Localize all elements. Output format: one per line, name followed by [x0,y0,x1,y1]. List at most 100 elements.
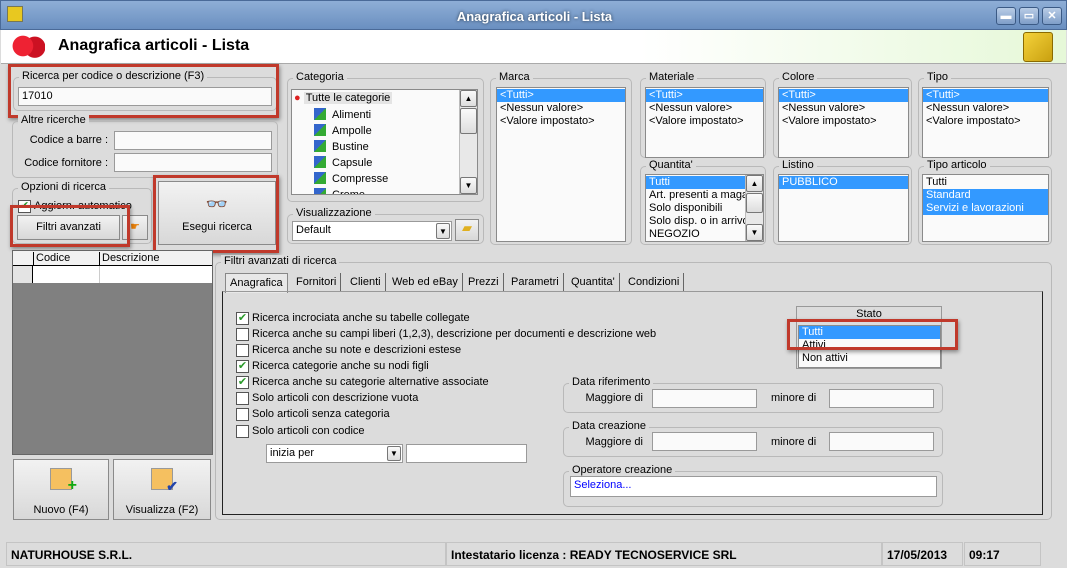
scroll-thumb[interactable] [460,108,477,134]
ref-date-greater-label: Maggiore di [585,392,643,404]
barcode-input[interactable] [114,131,272,150]
status-option[interactable]: Non attivi [799,352,940,365]
scroll-down-icon[interactable]: ▼ [746,224,763,241]
marca-list[interactable]: <Tutti> <Nessun valore> <Valore impostato> [496,87,626,242]
tree-item[interactable]: Bustine [314,140,369,153]
filter-checkbox[interactable] [236,344,249,357]
list-item[interactable]: Art. presenti a magazzino [646,189,763,202]
list-item[interactable]: <Valore impostato> [779,115,908,128]
list-item[interactable]: <Nessun valore> [497,102,625,115]
tab-web-ed-ebay[interactable]: Web ed eBay [388,273,463,292]
tree-item[interactable]: Capsule [314,156,372,169]
filter-checkbox[interactable] [236,392,249,405]
list-item[interactable]: <Tutti> [646,89,763,102]
tipo-list[interactable]: <Tutti> <Nessun valore> <Valore impostato> [922,87,1049,158]
category-label: Categoria [293,71,347,83]
column-codice[interactable]: Codice [33,252,99,266]
tree-item[interactable]: Compresse [314,172,388,185]
window-title: Anagrafica articoli - Lista [456,9,613,24]
list-item[interactable]: <Valore impostato> [497,115,625,128]
tab-prezzi[interactable]: Prezzi [464,273,504,292]
tipo_articolo-list[interactable]: Tutti Standard Servizi e lavorazioni [922,174,1049,242]
quantita-scrollbar[interactable]: ▲ ▼ [745,175,763,241]
status-time: 09:17 [964,542,1041,566]
maximize-button[interactable]: ▭ [1019,7,1039,25]
filter-checkbox[interactable] [236,425,249,438]
scroll-thumb[interactable] [746,193,763,213]
list-item[interactable]: <Tutti> [923,89,1048,102]
list-item[interactable]: Servizi e lavorazioni [923,202,1048,215]
advanced-filters-label: Filtri avanzati di ricerca [221,255,340,267]
list-item[interactable]: Standard [923,189,1048,202]
listino-label: Listino [779,159,817,171]
filter-checkbox[interactable] [236,328,249,341]
scroll-down-icon[interactable]: ▼ [460,177,477,194]
list-item[interactable]: <Tutti> [497,89,625,102]
list-item[interactable]: NEGOZIO [646,228,745,241]
column-descrizione[interactable]: Descrizione [99,252,212,266]
list-item[interactable]: Solo disp. o in arrivo [646,215,749,228]
operator-select[interactable]: Seleziona... [570,476,937,497]
tree-item[interactable]: Alimenti [314,108,371,121]
barcode-label: Codice a barre : [29,134,108,146]
folder-icon[interactable]: ▰ [455,219,479,241]
chevron-down-icon[interactable]: ▼ [436,223,450,239]
tree-item[interactable]: Creme [314,188,365,194]
ref-date-to-input[interactable] [829,389,934,408]
tab-parametri[interactable]: Parametri [507,273,564,292]
tab-anagrafica[interactable]: Anagrafica [225,273,288,293]
highlight-status [787,319,958,350]
new-button[interactable]: + Nuovo (F4) [13,459,109,520]
creation-date-label: Data creazione [569,420,649,432]
highlight-advanced-filters [10,205,130,247]
list-item[interactable]: <Valore impostato> [923,115,1048,128]
list-item[interactable]: <Valore impostato> [646,115,763,128]
colore-list[interactable]: <Tutti> <Nessun valore> <Valore impostato> [778,87,909,158]
list-item[interactable]: Tutti [646,176,745,189]
filter-checkbox[interactable]: ✔ [236,312,249,325]
chevron-down-icon[interactable]: ▼ [387,446,401,461]
list-item[interactable]: <Nessun valore> [923,102,1048,115]
tree-item-root[interactable]: ● Tutte le categorie [294,92,393,104]
tab-fornitori[interactable]: Fornitori [292,273,342,292]
close-button[interactable]: ✕ [1042,7,1062,25]
view-select[interactable]: Default ▼ [292,221,452,241]
tipo_articolo-label: Tipo articolo [924,159,990,171]
filter-checkbox-label: Ricerca anche su campi liberi (1,2,3), d… [252,328,657,340]
filter-checkbox[interactable] [236,408,249,421]
filter-checkbox[interactable]: ✔ [236,360,249,373]
creation-date-to-input[interactable] [829,432,934,451]
list-item[interactable]: <Nessun valore> [779,102,908,115]
list-item[interactable]: Tutti [923,176,1048,189]
minimize-button[interactable]: ▬ [996,7,1016,25]
quantita-list[interactable]: Tutti Art. presenti a magazzino Solo dispo… [645,174,764,242]
list-item[interactable]: Solo disponibili [646,202,745,215]
code-value-input[interactable] [406,444,527,463]
results-grid[interactable]: Codice Descrizione [12,250,213,455]
scroll-up-icon[interactable]: ▲ [460,90,477,107]
filter-checkbox[interactable]: ✔ [236,376,249,389]
table-row[interactable] [13,266,212,283]
filter-checkbox-label: Ricerca incrociata anche su tabelle coll… [252,312,470,324]
category-tree[interactable]: ● Tutte le categorie Alimenti Ampolle Busti… [291,89,478,195]
creation-date-from-input[interactable] [652,432,757,451]
filter-checkbox-label: Ricerca categorie anche su nodi figli [252,360,429,372]
ref-date-from-input[interactable] [652,389,757,408]
listino-list[interactable]: PUBBLICO [778,174,909,242]
view-button[interactable]: ✔ Visualizza (F2) [113,459,211,520]
materiale-list[interactable]: <Tutti> <Nessun valore> <Valore impostato> [645,87,764,158]
tree-item[interactable]: Ampolle [314,124,372,137]
list-item[interactable]: <Tutti> [779,89,908,102]
list-item[interactable]: PUBBLICO [779,176,908,189]
supplier-code-input[interactable] [114,153,272,172]
colore-label: Colore [779,71,818,83]
status-date: 17/05/2013 [882,542,963,566]
tab-clienti[interactable]: Clienti [346,273,386,292]
category-scrollbar[interactable]: ▲ ▼ [459,90,477,194]
tab-condizioni[interactable]: Condizioni [624,273,685,292]
scroll-up-icon[interactable]: ▲ [746,175,763,192]
other-search-label: Altre ricerche [18,114,89,126]
tab-quantita-[interactable]: Quantita' [567,273,620,292]
list-item[interactable]: <Nessun valore> [646,102,763,115]
code-mode-select[interactable]: inizia per ▼ [266,444,403,463]
